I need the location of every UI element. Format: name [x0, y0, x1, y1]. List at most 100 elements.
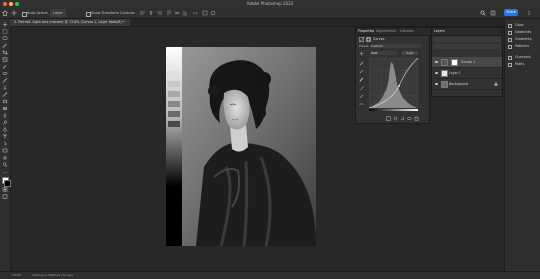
- history-brush-tool-icon[interactable]: [2, 92, 8, 97]
- eyedropper-tool-icon[interactable]: [2, 64, 8, 69]
- tab-properties[interactable]: Properties: [358, 28, 374, 35]
- blend-mode-bar[interactable]: [434, 44, 500, 49]
- 3d-mode-icon[interactable]: [202, 10, 208, 16]
- align-top-icon[interactable]: [166, 10, 172, 16]
- paths-icon[interactable]: [508, 62, 512, 67]
- screen-mode-icon[interactable]: [2, 194, 8, 199]
- adjustment-thumbnail: [441, 58, 448, 66]
- dodge-tool-icon[interactable]: [2, 120, 8, 125]
- layer-name: Layer 1: [449, 71, 461, 75]
- orbit-icon[interactable]: [210, 10, 216, 16]
- auto-button[interactable]: Auto: [402, 50, 418, 55]
- more-options-icon[interactable]: [526, 10, 532, 16]
- type-tool-icon[interactable]: [2, 134, 8, 139]
- swatches-icon[interactable]: [508, 30, 512, 35]
- reset-icon[interactable]: [400, 116, 405, 121]
- share-button[interactable]: Share: [504, 9, 518, 16]
- panel-patterns[interactable]: Patterns: [515, 43, 529, 50]
- layers-panel: Layers Curves 1 Layer 1 Background: [431, 27, 503, 97]
- lasso-tool-icon[interactable]: [2, 36, 8, 41]
- view-previous-icon[interactable]: [393, 116, 398, 121]
- channel-dropdown[interactable]: RGB: [370, 50, 397, 55]
- distribute-icon[interactable]: [192, 10, 198, 16]
- curve-edit-points-icon[interactable]: [359, 86, 364, 91]
- curves-graph[interactable]: [369, 58, 418, 108]
- portrait-photo: [166, 47, 316, 246]
- hand-tool-icon[interactable]: [2, 155, 8, 160]
- preset-dropdown[interactable]: Custom: [370, 43, 421, 48]
- eraser-tool-icon[interactable]: [2, 99, 8, 104]
- eyedropper-black-icon[interactable]: [359, 61, 364, 66]
- move-tool-icon[interactable]: [11, 10, 17, 16]
- align-middle-icon[interactable]: [174, 10, 180, 16]
- tools-panel: [0, 19, 11, 271]
- eyedropper-gray-icon[interactable]: [359, 69, 364, 74]
- visibility-eye-icon[interactable]: [435, 82, 438, 85]
- search-icon[interactable]: [480, 10, 486, 16]
- auto-select-dropdown[interactable]: Layer: [50, 9, 66, 17]
- options-bar: Auto-Select: Layer Show Transform Contro…: [0, 8, 540, 19]
- delete-adjustment-icon[interactable]: [414, 116, 419, 121]
- eyedropper-white-icon[interactable]: [359, 77, 364, 82]
- channels-icon[interactable]: [508, 55, 512, 60]
- align-left-icon[interactable]: [140, 10, 146, 16]
- auto-select-label: Auto-Select:: [27, 11, 49, 15]
- layer-row[interactable]: Curves 1: [432, 57, 502, 68]
- pen-tool-icon[interactable]: [2, 127, 8, 132]
- layer-filter-bar[interactable]: [434, 37, 500, 42]
- targeted-adjustment-icon[interactable]: [359, 51, 364, 56]
- panel-channels[interactable]: Channels: [515, 54, 531, 61]
- visibility-eye-icon[interactable]: [435, 71, 438, 74]
- collapsed-panels: Color Swatches Gradients Patterns Channe…: [504, 19, 540, 271]
- panel-gradients[interactable]: Gradients: [515, 36, 532, 43]
- quick-mask-icon[interactable]: [2, 187, 8, 192]
- pencil-draw-icon[interactable]: [359, 94, 364, 99]
- preset-label: Preset:: [359, 44, 370, 48]
- background-color-swatch[interactable]: [4, 179, 11, 187]
- smooth-curve-icon[interactable]: [359, 102, 364, 107]
- layer-row[interactable]: Background: [432, 79, 502, 90]
- document-tab[interactable]: 5. Portrait- Light test (resized) @ 73.6…: [10, 19, 131, 26]
- workspace-icon[interactable]: [490, 10, 496, 16]
- healing-brush-tool-icon[interactable]: [2, 71, 8, 76]
- quick-select-tool-icon[interactable]: [2, 43, 8, 48]
- gradients-icon[interactable]: [508, 37, 512, 42]
- panel-color[interactable]: Color: [515, 22, 524, 29]
- align-right-icon[interactable]: [156, 10, 162, 16]
- visibility-eye-icon[interactable]: [435, 60, 438, 63]
- layers-panel-header: Layers: [432, 28, 502, 36]
- title-bar: Adobe Photoshop 2022: [0, 0, 540, 8]
- document-tab-bar: 5. Portrait- Light test (resized) @ 73.6…: [10, 19, 520, 27]
- layer-name: Curves 1: [461, 60, 476, 64]
- app-title: Adobe Photoshop 2022: [246, 1, 294, 6]
- home-icon[interactable]: [2, 10, 8, 16]
- clone-stamp-tool-icon[interactable]: [2, 85, 8, 90]
- tab-adjustments[interactable]: Adjustments: [376, 28, 396, 35]
- transform-controls-label: Show Transform Controls: [91, 11, 135, 15]
- clip-to-layer-icon[interactable]: [386, 116, 391, 121]
- brush-tool-icon[interactable]: [2, 78, 8, 83]
- frame-tool-icon[interactable]: [2, 57, 8, 62]
- layer-row[interactable]: Layer 1: [432, 68, 502, 79]
- tab-libraries[interactable]: Libraries: [400, 28, 414, 35]
- patterns-icon[interactable]: [508, 44, 512, 49]
- gradient-tool-icon[interactable]: [2, 106, 8, 111]
- panel-swatches[interactable]: Swatches: [515, 29, 531, 36]
- document-image[interactable]: [166, 47, 316, 246]
- color-icon[interactable]: [508, 23, 512, 28]
- align-center-icon[interactable]: [148, 10, 154, 16]
- zoom-tool-icon[interactable]: [2, 162, 8, 167]
- marquee-tool-icon[interactable]: [2, 29, 8, 34]
- mask-icon[interactable]: [366, 37, 371, 42]
- more-tools-icon[interactable]: [2, 170, 8, 175]
- tab-layers[interactable]: Layers: [434, 28, 445, 35]
- panel-paths[interactable]: Paths: [515, 61, 524, 68]
- layer-mask-thumbnail[interactable]: [451, 58, 458, 66]
- rectangle-tool-icon[interactable]: [2, 148, 8, 153]
- blur-tool-icon[interactable]: [2, 113, 8, 118]
- align-bottom-icon[interactable]: [182, 10, 188, 16]
- crop-tool-icon[interactable]: [2, 50, 8, 55]
- path-selection-tool-icon[interactable]: [2, 141, 8, 146]
- visibility-icon[interactable]: [407, 116, 412, 121]
- move-tool-icon[interactable]: [2, 22, 8, 27]
